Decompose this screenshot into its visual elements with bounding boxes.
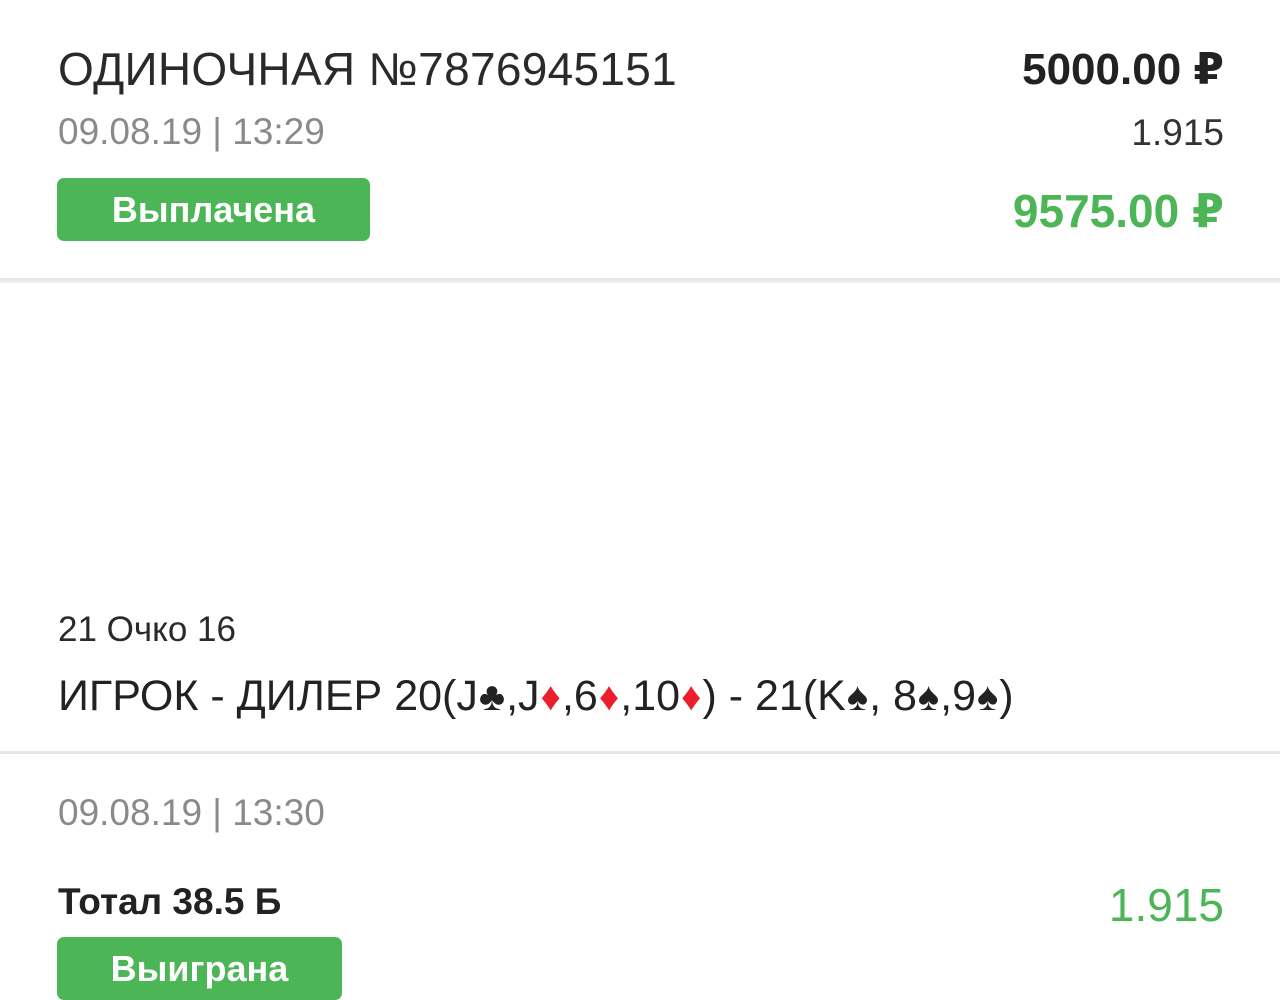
event-description-text: ,10	[620, 672, 681, 720]
bet-payout: 9575.00 ₽	[1012, 185, 1224, 237]
event-description-text: )	[999, 672, 1014, 720]
event-description: ИГРОК - ДИЛЕР 20(J♣,J♦,6♦,10♦) - 21(K♠, …	[58, 667, 1228, 727]
bet-coefficient: 1.915	[1131, 112, 1224, 153]
club-icon: ♣	[478, 675, 506, 719]
event-description-text: ,J	[506, 672, 540, 720]
bet-stake: 5000.00 ₽	[1022, 45, 1224, 94]
diamond-icon: ♦	[681, 675, 702, 719]
spade-icon: ♠	[917, 675, 940, 719]
event-card[interactable]: 21 Очко 16 ИГРОК - ДИЛЕР 20(J♣,J♦,6♦,10♦…	[0, 283, 1280, 1000]
diamond-icon: ♦	[598, 675, 620, 719]
bet-title: ОДИНОЧНАЯ №7876945151	[58, 43, 678, 95]
bet-summary-card[interactable]: ОДИНОЧНАЯ №7876945151 09.08.19 | 13:29 В…	[0, 0, 1280, 278]
status-badge-won: Выиграна	[57, 937, 342, 1000]
event-description-text: , 8	[869, 672, 917, 720]
event-description-text: ИГРОК - ДИЛЕР 20(J	[58, 672, 478, 720]
event-description-text: ,6	[561, 672, 598, 720]
event-description-text: ) - 21(K	[702, 672, 846, 720]
diamond-icon: ♦	[540, 675, 561, 719]
event-coefficient: 1.915	[1108, 879, 1224, 931]
event-name: 21 Очко 16	[58, 610, 236, 649]
event-description-text: ,9	[940, 672, 977, 720]
bet-datetime: 09.08.19 | 13:29	[58, 111, 325, 152]
event-datetime: 09.08.19 | 13:30	[58, 792, 325, 833]
spade-icon: ♠	[846, 675, 869, 719]
spade-icon: ♠	[977, 675, 999, 719]
status-badge-paid: Выплачена	[57, 178, 370, 241]
bet-market: Тотал 38.5 Б	[58, 881, 282, 922]
